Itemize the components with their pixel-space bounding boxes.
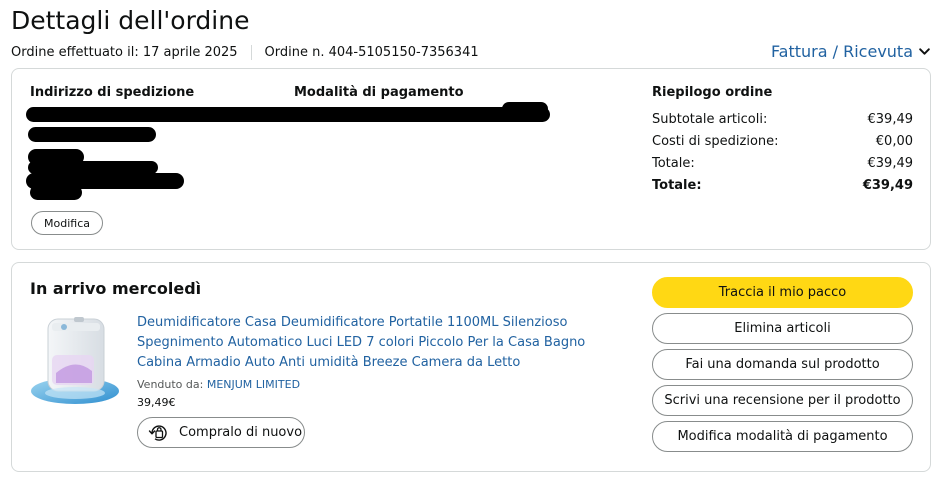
redaction-bar xyxy=(30,185,82,200)
summary-row-shipping: Costi di spedizione: €0,00 xyxy=(652,130,913,152)
payment-method-title: Modalità di pagamento xyxy=(294,85,464,100)
summary-value: €39,49 xyxy=(862,177,913,193)
product-title-link[interactable]: Deumidificatore Casa Deumidificatore Por… xyxy=(137,313,632,373)
buy-again-icon xyxy=(148,424,167,441)
summary-value: €39,49 xyxy=(867,155,914,171)
summary-label: Costi di spedizione: xyxy=(652,133,779,149)
summary-value: €0,00 xyxy=(875,133,913,149)
product-price: 39,49€ xyxy=(137,396,176,409)
page-title: Dettagli dell'ordine xyxy=(11,6,250,35)
order-summary: Riepilogo ordine Subtotale articoli: €39… xyxy=(652,85,913,196)
order-date: Ordine effettuato il: 17 aprile 2025 xyxy=(11,45,238,60)
write-review-button[interactable]: Scrivi una recensione per il prodotto xyxy=(652,385,913,416)
shipment-actions: Traccia il mio pacco Elimina articoli Fa… xyxy=(652,277,913,457)
buy-again-label: Compralo di nuovo xyxy=(179,425,303,440)
redaction-bar xyxy=(26,107,550,122)
summary-row-grand-total: Totale: €39,49 xyxy=(652,174,913,196)
order-meta: Ordine effettuato il: 17 aprile 2025 Ord… xyxy=(11,45,479,60)
meta-divider xyxy=(250,45,252,60)
buy-again-button[interactable]: Compralo di nuovo xyxy=(137,417,305,448)
seller-prefix: Venduto da: xyxy=(137,378,204,391)
redaction-bar xyxy=(28,127,156,142)
summary-row-total: Totale: €39,49 xyxy=(652,152,913,174)
track-package-button[interactable]: Traccia il mio pacco xyxy=(652,277,913,308)
order-info-box: Indirizzo di spedizione Modalità di paga… xyxy=(11,68,931,250)
invoice-dropdown-link[interactable]: Fattura / Ricevuta xyxy=(771,42,931,61)
delivery-status-title: In arrivo mercoledì xyxy=(30,279,202,298)
seller-line: Venduto da: MENJUM LIMITED xyxy=(137,378,632,391)
summary-label: Totale: xyxy=(652,177,702,193)
modify-address-button[interactable]: Modifica xyxy=(31,211,103,235)
shipping-address-title: Indirizzo di spedizione xyxy=(30,85,195,100)
product-image[interactable] xyxy=(30,313,120,405)
order-summary-title: Riepilogo ordine xyxy=(652,85,773,100)
chevron-down-icon xyxy=(919,48,930,55)
summary-label: Totale: xyxy=(652,155,695,171)
delete-items-button[interactable]: Elimina articoli xyxy=(652,313,913,344)
summary-row-subtotal: Subtotale articoli: €39,49 xyxy=(652,108,913,130)
redaction-bar xyxy=(502,102,548,116)
seller-link[interactable]: MENJUM LIMITED xyxy=(207,378,300,391)
product-info: Deumidificatore Casa Deumidificatore Por… xyxy=(137,313,632,448)
summary-label: Subtotale articoli: xyxy=(652,111,768,127)
shipment-box: In arrivo mercoledì Deumidificatore Casa… xyxy=(11,262,931,472)
order-number: Ordine n. 404-5105150-7356341 xyxy=(264,45,479,60)
summary-value: €39,49 xyxy=(867,111,914,127)
invoice-link-label[interactable]: Fattura / Ricevuta xyxy=(771,42,913,61)
change-payment-method-button[interactable]: Modifica modalità di pagamento xyxy=(652,421,913,452)
ask-question-button[interactable]: Fai una domanda sul prodotto xyxy=(652,349,913,380)
